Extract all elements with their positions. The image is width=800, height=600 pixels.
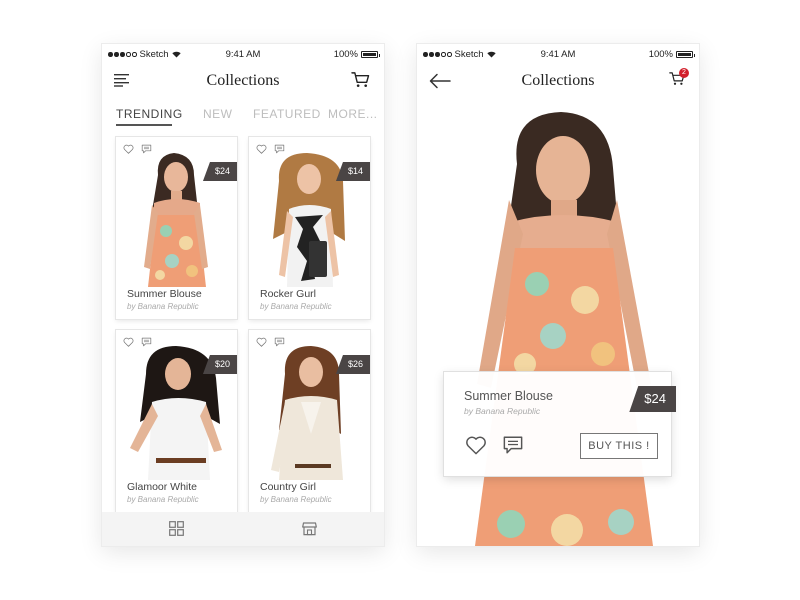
- product-name: Country Girl: [260, 481, 317, 493]
- nav-bar: Collections: [102, 64, 384, 102]
- nav-bar: Collections 2: [417, 64, 699, 102]
- product-card-glamoor-white[interactable]: $20 Glamoor White by Banana Republic: [116, 330, 237, 512]
- product-name: Rocker Gurl: [260, 288, 317, 300]
- page-title: Collections: [521, 72, 595, 89]
- cart-button[interactable]: 2: [669, 68, 689, 91]
- heart-icon[interactable]: [123, 144, 134, 154]
- comment-icon[interactable]: [274, 337, 285, 347]
- price-tag: $24: [629, 386, 676, 412]
- product-brand: by Banana Republic: [260, 495, 332, 504]
- store-icon[interactable]: [302, 521, 317, 536]
- product-card-country-girl[interactable]: $26 Country Girl by Banana Republic: [249, 330, 370, 512]
- tab-featured[interactable]: FEATURED: [253, 107, 321, 121]
- battery-icon: [361, 51, 380, 58]
- collections-list-screen: Sketch 9:41 AM 100% Collections TRENDING…: [102, 44, 384, 546]
- battery-percent: 100%: [333, 49, 358, 60]
- product-brand: by Banana Republic: [260, 302, 332, 311]
- cart-count-badge: 2: [679, 68, 689, 78]
- heart-icon[interactable]: [256, 144, 267, 154]
- battery-percent: 100%: [648, 49, 673, 60]
- buy-this-button[interactable]: BUY THIS !: [580, 433, 658, 459]
- comment-icon[interactable]: [502, 435, 524, 455]
- product-brand: by Banana Republic: [127, 495, 199, 504]
- tab-trending[interactable]: TRENDING: [116, 107, 183, 121]
- product-detail-photo: [475, 112, 653, 546]
- bottom-tab-bar: [102, 512, 384, 546]
- product-name: Summer Blouse: [464, 389, 553, 403]
- category-tabs: TRENDING NEW FEATURED MORE...: [102, 102, 384, 134]
- comment-icon[interactable]: [141, 144, 152, 154]
- heart-icon[interactable]: [123, 337, 134, 347]
- product-name: Glamoor White: [127, 481, 198, 493]
- tab-new[interactable]: NEW: [203, 107, 233, 121]
- product-brand: by Banana Republic: [464, 406, 541, 416]
- product-card-summer-blouse[interactable]: $24 Summer Blouse by Banana Republic: [116, 137, 237, 319]
- status-bar: Sketch 9:41 AM 100%: [102, 44, 384, 64]
- product-name: Summer Blouse: [127, 288, 202, 300]
- active-tab-indicator: [116, 124, 172, 126]
- tab-more[interactable]: MORE...: [328, 107, 378, 121]
- heart-icon[interactable]: [256, 337, 267, 347]
- shopping-cart-icon[interactable]: [351, 71, 370, 88]
- battery-icon: [676, 51, 695, 58]
- comment-icon[interactable]: [274, 144, 285, 154]
- product-info-card: Summer Blouse by Banana Republic $24 BUY…: [444, 372, 676, 476]
- grid-view-icon[interactable]: [169, 521, 184, 536]
- comment-icon[interactable]: [141, 337, 152, 347]
- product-brand: by Banana Republic: [127, 302, 199, 311]
- page-title: Collections: [206, 72, 280, 89]
- product-detail-screen: Sketch 9:41 AM 100% Collections 2 Summer…: [417, 44, 699, 546]
- battery-indicator: 100%: [333, 49, 380, 60]
- product-card-rocker-gurl[interactable]: $14 Rocker Gurl by Banana Republic: [249, 137, 370, 319]
- battery-indicator: 100%: [648, 49, 695, 60]
- status-bar: Sketch 9:41 AM 100%: [417, 44, 699, 64]
- heart-icon[interactable]: [465, 435, 487, 455]
